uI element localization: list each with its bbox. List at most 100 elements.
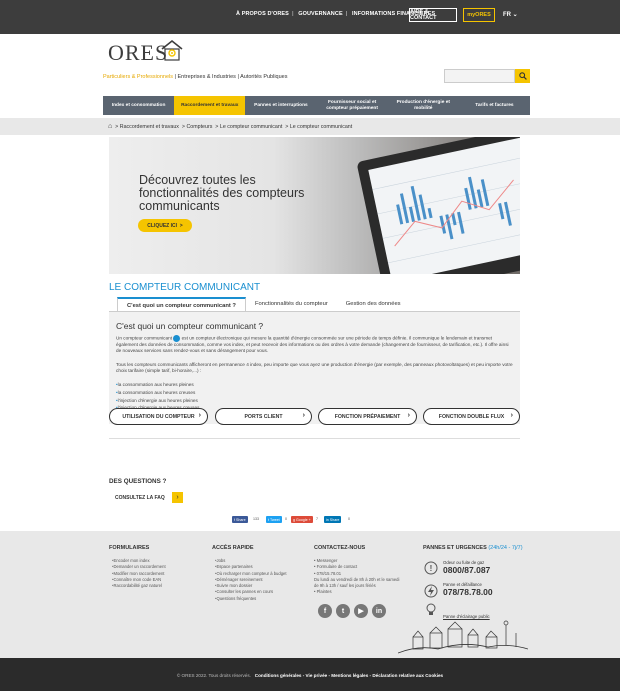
nav-tarifs-factures[interactable]: Tarifs et factures (459, 96, 530, 115)
footer-link[interactable]: Raccordabilité gaz naturel (112, 583, 166, 589)
google-count: 7 (316, 517, 318, 521)
house-logo-icon (161, 39, 183, 61)
hero-cta-button[interactable]: CLIQUEZ ICI > (138, 219, 192, 232)
electricity-icon (424, 584, 438, 598)
linkedin-icon[interactable]: in (372, 604, 386, 618)
segment-nav: Particuliers & Professionnels | Entrepri… (103, 74, 288, 80)
footer-link[interactable]: Demander un raccordement (112, 564, 165, 570)
search-icon (518, 72, 527, 80)
footer-link[interactable]: Questions fréquentes (215, 596, 287, 602)
segment-autorites[interactable]: Autorités Publiques (240, 74, 287, 80)
hero-title: Découvrez toutes les fonctionnalités des… (139, 173, 305, 213)
language-label: FR (503, 12, 511, 18)
nav-raccordement-travaux[interactable]: Raccordement et travaux (174, 96, 246, 115)
breadcrumb: ⌂ > Raccordement et travaux > Compteurs … (108, 123, 353, 130)
footer-formulaires-list: Encoder mon index Demander un raccordeme… (112, 558, 166, 589)
fonction-prepaiement-button[interactable]: FONCTION PRÉPAIEMENT › (318, 408, 417, 425)
legal-links[interactable]: Conditions générales - Vie privée - Ment… (255, 673, 443, 678)
facebook-count: 133 (253, 517, 259, 521)
divider (109, 438, 520, 439)
facebook-share-label: Share (236, 517, 246, 522)
top-nav-gouvernance[interactable]: GOUVERNANCE (298, 11, 343, 17)
twitter-share-button[interactable]: t Tweet (266, 516, 282, 523)
chevron-right-icon: › (407, 412, 410, 419)
hero-cta-label: CLIQUEZ ICI (147, 222, 178, 229)
list-item: la consommation aux heures creuses (116, 389, 199, 397)
utilisation-compteur-button[interactable]: UTILISATION DU COMPTEUR › (109, 408, 208, 425)
segment-entreprises[interactable]: Entreprises & Industries (178, 74, 236, 80)
top-nav: À PROPOS D'ORES | GOUVERNANCE | INFORMATIO… (236, 11, 436, 17)
footer-formulaires-title: FORMULAIRES (109, 545, 150, 551)
nav-index-consommation[interactable]: Index et consommation (103, 96, 174, 115)
google-share-button[interactable]: g Google + (291, 516, 313, 523)
chart-graphic (372, 155, 520, 264)
top-nav-about[interactable]: À PROPOS D'ORES (236, 11, 289, 17)
nav-pannes-interruptions[interactable]: Pannes et interruptions (245, 96, 316, 115)
hero-banner: Découvrez toutes les fonctionnalités des… (109, 137, 520, 274)
facebook-icon[interactable]: f (318, 604, 332, 618)
linkedin-share-button[interactable]: in Share (324, 516, 342, 523)
fonction-prepaiement-label: FONCTION PRÉPAIEMENT (334, 413, 401, 420)
footer-acces-list: Jobs Espace partenaires Où recharger mon… (215, 558, 287, 602)
copyright-text: © ORES 2022. Tous droits réservés. (176, 673, 251, 678)
youtube-icon[interactable]: ▶ (354, 604, 368, 618)
svg-text:!: ! (430, 564, 433, 573)
content-title: C'est quoi un compteur communicant ? (116, 321, 264, 331)
search-button[interactable] (515, 69, 530, 83)
footer-acces-title: ACCÈS RAPIDE (212, 545, 254, 551)
chevron-right-icon: > (179, 222, 183, 229)
chevron-right-icon: › (198, 412, 201, 419)
footer-urgences-title: PANNES ET URGENCES (24h/24 - 7j/7) (423, 545, 523, 551)
linkedin-share-label: Share (329, 517, 340, 522)
breadcrumb-item-1[interactable]: Raccordement et travaux (120, 124, 179, 130)
contact-form-label: Formulaire de contact (316, 564, 358, 570)
urgences-hours: (24h/24 - 7j/7) (488, 545, 523, 551)
main-nav: Index et consommation Raccordement et tr… (103, 96, 530, 115)
info-icon[interactable] (173, 335, 181, 342)
ports-client-label: PORTS CLIENT (244, 413, 283, 420)
top-bar (0, 0, 620, 34)
footer-link[interactable]: • Plaintes (314, 589, 399, 595)
chevron-right-icon: › (302, 412, 305, 419)
facebook-share-button[interactable]: f Share (232, 516, 248, 523)
phone-label: 078/15.78.01 (316, 570, 342, 576)
search-input[interactable] (444, 69, 515, 83)
electricity-emergency: Panne et défaillance 078/78.78.00 (443, 582, 493, 597)
myores-button[interactable]: myORES (463, 8, 495, 22)
town-illustration (398, 620, 528, 654)
gas-emergency: Odeur ou fuite de gaz 0800/87.087 (443, 560, 490, 575)
breadcrumb-item-current: Le compteur communicant (289, 124, 353, 130)
messenger-label: Messenger (316, 558, 338, 563)
questions-title: DES QUESTIONS ? (109, 478, 167, 485)
copyright: © ORES 2022. Tous droits réservés. Condi… (0, 673, 620, 678)
nav-production-energie[interactable]: Production d'énergie et mobilité (388, 96, 459, 115)
fonction-double-flux-label: FONCTION DOUBLE FLUX (438, 413, 505, 420)
content-paragraph-1-start: Un compteur communicant (116, 335, 173, 341)
home-icon[interactable]: ⌂ (108, 123, 112, 130)
gas-phone[interactable]: 0800/87.087 (443, 565, 490, 575)
tablet-image (356, 137, 520, 274)
content-paragraph-1: Un compteur communicant est un compteur … (116, 335, 514, 354)
footer-link[interactable]: Modifier mon raccordement (112, 571, 166, 577)
chevron-down-icon: ⌄ (512, 12, 518, 18)
segment-particuliers[interactable]: Particuliers & Professionnels (103, 74, 173, 80)
ports-client-button[interactable]: PORTS CLIENT › (215, 408, 312, 425)
footer-link[interactable]: Où recharger mon compteur à budget (215, 571, 286, 577)
list-item: l'injection d'énergie aux heures pleines (116, 397, 199, 405)
elec-phone[interactable]: 078/78.78.00 (443, 587, 493, 597)
twitter-share-label: Tweet (270, 517, 280, 522)
faq-arrow-button[interactable]: › (172, 492, 183, 503)
nav-fournisseur-social[interactable]: Fournisseur social et compteur prépaieme… (317, 96, 388, 115)
twitter-icon[interactable]: t (336, 604, 350, 618)
list-item: la consommation aux heures pleines (116, 381, 199, 389)
aide-contact-button[interactable]: AIDE & CONTACT (409, 8, 457, 22)
twitter-count: 0 (285, 517, 287, 521)
plaintes-label: Plaintes (316, 589, 332, 595)
faq-link[interactable]: CONSULTEZ LA FAQ (115, 495, 165, 501)
utilisation-compteur-label: UTILISATION DU COMPTEUR (122, 413, 195, 420)
breadcrumb-item-3[interactable]: Le compteur communicant (220, 124, 282, 130)
chevron-right-icon: › (176, 494, 179, 501)
fonction-double-flux-button[interactable]: FONCTION DOUBLE FLUX › (423, 408, 520, 425)
language-selector[interactable]: FR ⌄ (503, 11, 518, 18)
breadcrumb-item-2[interactable]: Compteurs (186, 124, 212, 130)
